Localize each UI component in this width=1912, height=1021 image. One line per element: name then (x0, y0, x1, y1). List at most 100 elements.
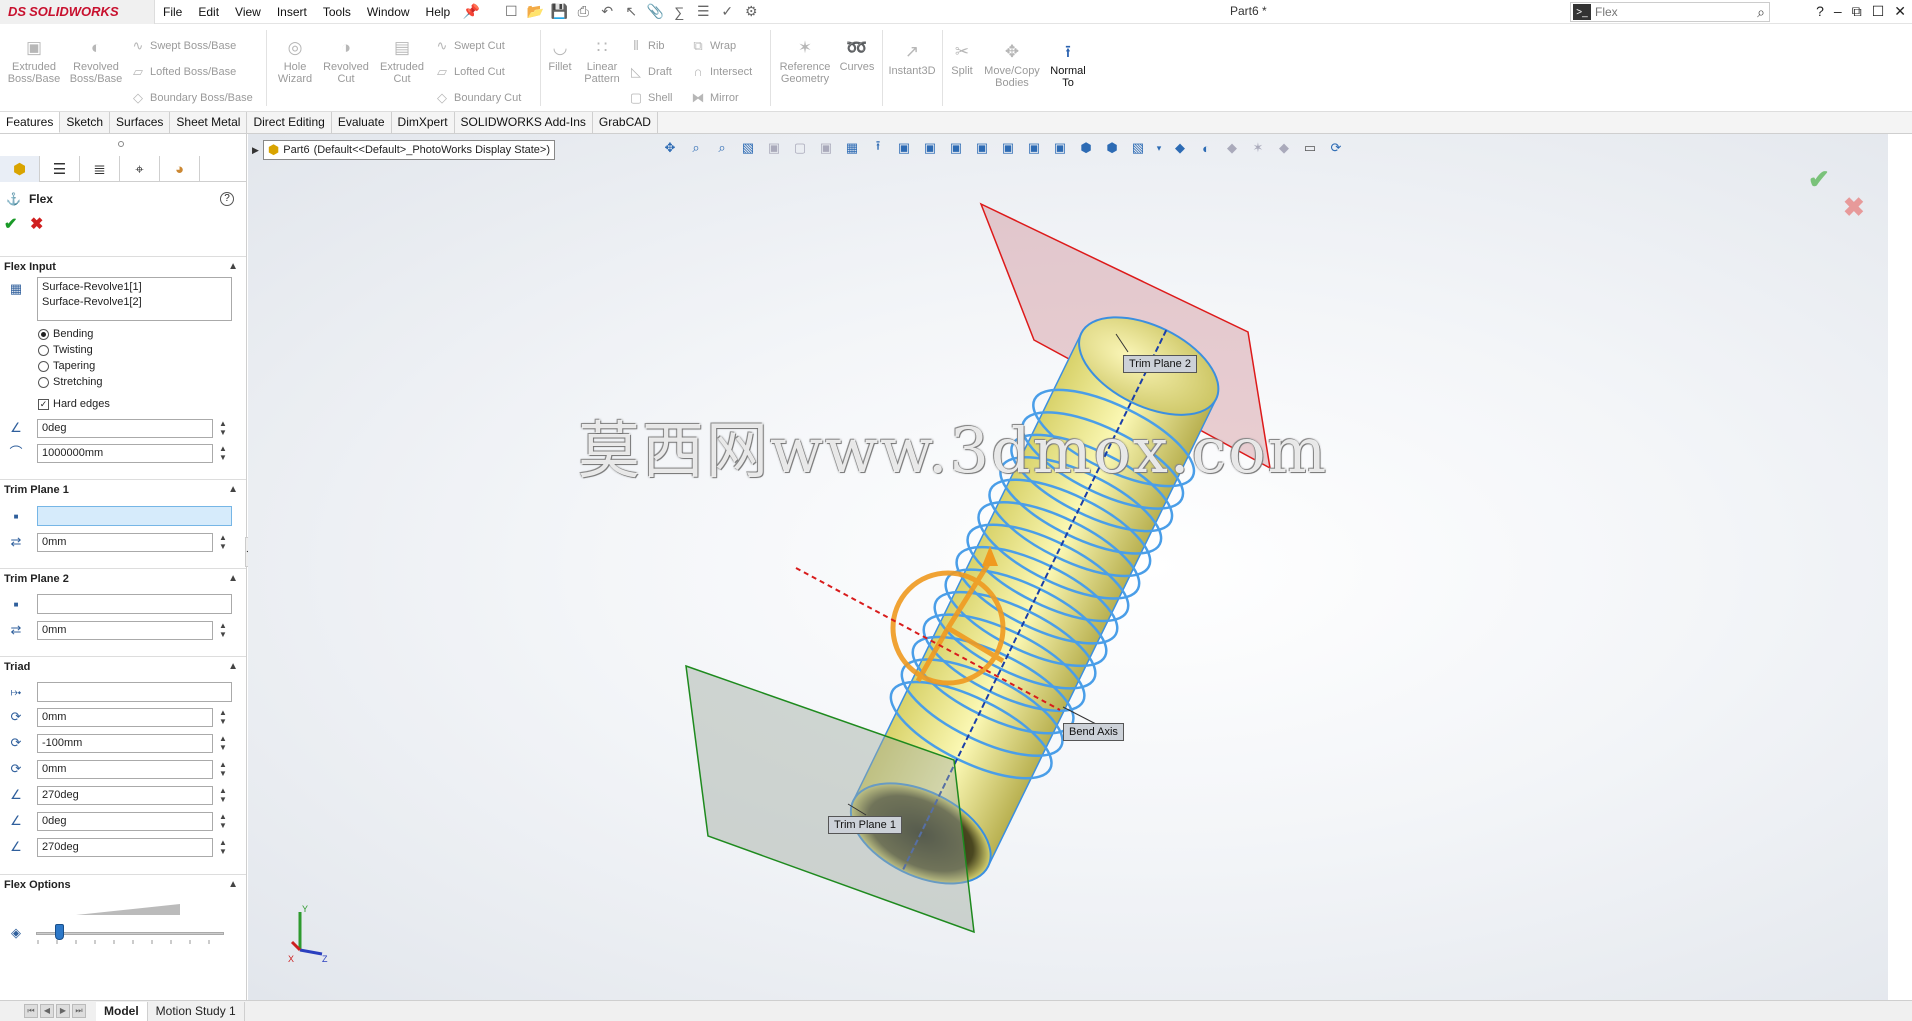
triad-rotate-y-spinner[interactable]: ▲ ▼ (217, 812, 229, 831)
checkbox[interactable]: ✓ (38, 398, 49, 410)
boundary-boss-button[interactable]: ◇ Boundary Boss/Base (130, 90, 253, 106)
extruded-boss-button[interactable]: ▣ Extruded Boss/Base (4, 38, 64, 85)
select-icon[interactable]: ↖ (620, 2, 642, 22)
swept-boss-button[interactable]: ∿ Swept Boss/Base (130, 38, 237, 54)
trim-plane-2-reference-field[interactable] (37, 594, 232, 614)
menu-edit[interactable]: Edit (190, 0, 227, 24)
list-item[interactable]: Surface-Revolve1[1] (42, 280, 227, 295)
instant3d-button[interactable]: ↗ Instant3D (886, 42, 938, 77)
tab-surfaces[interactable]: Surfaces (110, 112, 171, 133)
tab-evaluate[interactable]: Evaluate (332, 112, 392, 133)
triad-rotate-x-field[interactable]: 270deg (37, 786, 213, 805)
triad-z-spinner[interactable]: ▲ ▼ (217, 760, 229, 779)
triad-rotate-y-field[interactable]: 0deg (37, 812, 213, 831)
collapse-chevron-icon[interactable]: ▲ (228, 573, 238, 584)
menu-insert[interactable]: Insert (269, 0, 315, 24)
fillet-button[interactable]: ◡ Fillet (544, 38, 576, 73)
trim-plane-2-callout[interactable]: Trim Plane 2 (1123, 355, 1197, 373)
ok-button[interactable]: ✔ (4, 214, 17, 234)
help-icon[interactable]: ? (1816, 0, 1824, 22)
flex-input-section-header[interactable]: Flex Input ▲ (0, 256, 246, 276)
menu-view[interactable]: View (227, 0, 269, 24)
collapse-chevron-icon[interactable]: ▲ (228, 484, 238, 495)
menu-file[interactable]: File (155, 0, 190, 24)
open-icon[interactable]: 📂 (524, 2, 546, 22)
dimxpert-manager-icon[interactable]: ⌖ (120, 156, 160, 182)
collapse-chevron-icon[interactable]: ▲ (228, 879, 238, 890)
close-icon[interactable]: ✕ (1894, 0, 1906, 22)
tab-solidworks-addins[interactable]: SOLIDWORKS Add-Ins (455, 112, 593, 133)
lofted-cut-button[interactable]: ▱ Lofted Cut (434, 64, 505, 80)
cancel-button[interactable]: ✖ (30, 214, 43, 234)
pin-icon[interactable]: 📌 (460, 2, 482, 22)
search-icon[interactable]: ⌕ (1757, 4, 1765, 21)
feature-manager-icon[interactable]: ⬢ (0, 156, 40, 182)
last-tab-icon[interactable]: ⏭ (72, 1004, 86, 1018)
prev-tab-icon[interactable]: ◀ (40, 1004, 54, 1018)
menu-window[interactable]: Window (359, 0, 418, 24)
boundary-cut-button[interactable]: ◇ Boundary Cut (434, 90, 521, 106)
triad-rotate-z-spinner[interactable]: ▲ ▼ (217, 838, 229, 857)
twisting-radio[interactable]: Twisting (38, 344, 93, 356)
maximize-icon[interactable]: ☐ (1872, 0, 1885, 22)
linear-pattern-button[interactable]: ∷ Linear Pattern (580, 38, 624, 85)
collapse-chevron-icon[interactable]: ▲ (228, 661, 238, 672)
menu-tools[interactable]: Tools (315, 0, 359, 24)
spellcheck-icon[interactable]: ✓ (716, 2, 738, 22)
split-button[interactable]: ✂ Split (946, 42, 978, 77)
new-document-icon[interactable]: ☐ (500, 2, 522, 22)
first-tab-icon[interactable]: ⏮ (24, 1004, 38, 1018)
triad-section-header[interactable]: Triad ▲ (0, 656, 246, 676)
search-input[interactable] (1595, 5, 1735, 19)
property-manager-icon[interactable]: ☰ (40, 156, 80, 182)
trim-plane-1-offset-spinner[interactable]: ▲ ▼ (217, 533, 229, 552)
triad-x-spinner[interactable]: ▲ ▼ (217, 708, 229, 727)
configuration-manager-icon[interactable]: ≣ (80, 156, 120, 182)
collapse-chevron-icon[interactable]: ▲ (228, 261, 238, 272)
radius-field[interactable]: 1000000mm (37, 444, 213, 463)
extruded-cut-button[interactable]: ▤ Extruded Cut (376, 38, 428, 85)
graphics-area[interactable]: ▶ ⬢ Part6 (Default<<Default>_PhotoWorks … (248, 134, 1888, 1000)
print-icon[interactable]: ⎙ (572, 2, 594, 22)
options-gear-icon[interactable]: ⚙ (740, 2, 762, 22)
triad-rotate-x-spinner[interactable]: ▲ ▼ (217, 786, 229, 805)
shell-button[interactable]: ▢ Shell (628, 90, 673, 106)
flex-options-section-header[interactable]: Flex Options ▲ (0, 874, 246, 894)
list-item[interactable]: Surface-Revolve1[2] (42, 295, 227, 310)
mirror-button[interactable]: ⧓ Mirror (690, 90, 739, 106)
hard-edges-checkbox[interactable]: ✓ Hard edges (38, 398, 110, 410)
model-viewport[interactable] (248, 134, 1888, 1000)
tab-sketch[interactable]: Sketch (60, 112, 111, 133)
display-manager-icon[interactable]: ◕ (160, 156, 200, 182)
triad-z-field[interactable]: 0mm (37, 760, 213, 779)
trim-plane-2-offset-field[interactable]: 0mm (37, 621, 213, 640)
help-icon[interactable]: ? (220, 192, 234, 206)
stretching-radio[interactable]: Stretching (38, 376, 103, 388)
menu-help[interactable]: Help (418, 0, 459, 24)
restore-icon[interactable]: ⧉ (1852, 0, 1862, 22)
trim-plane-1-callout[interactable]: Trim Plane 1 (828, 816, 902, 834)
intersect-button[interactable]: ∩ Intersect (690, 64, 752, 79)
next-tab-icon[interactable]: ▶ (56, 1004, 70, 1018)
accuracy-slider-track[interactable] (36, 932, 224, 935)
angle-field[interactable]: 0deg (37, 419, 213, 438)
trim-plane-2-section-header[interactable]: Trim Plane 2 ▲ (0, 568, 246, 588)
revolved-cut-button[interactable]: ◑ Revolved Cut (320, 38, 372, 85)
bending-radio[interactable]: Bending (38, 328, 93, 340)
trim-plane-1-reference-field[interactable] (37, 506, 232, 526)
revolved-boss-button[interactable]: ◐ Revolved Boss/Base (66, 38, 126, 85)
trim-plane-1-offset-field[interactable]: 0mm (37, 533, 213, 552)
tab-direct-editing[interactable]: Direct Editing (247, 112, 332, 133)
tab-features[interactable]: Features (0, 112, 61, 133)
triad-y-field[interactable]: -100mm (37, 734, 213, 753)
hole-wizard-button[interactable]: ◎ Hole Wizard (272, 38, 318, 85)
radio-button[interactable] (38, 328, 49, 340)
trim-plane-2-offset-spinner[interactable]: ▲ ▼ (217, 621, 229, 640)
triad-x-field[interactable]: 0mm (37, 708, 213, 727)
tab-dimxpert[interactable]: DimXpert (392, 112, 455, 133)
move-copy-bodies-button[interactable]: ✥ Move/Copy Bodies (980, 42, 1044, 89)
rib-button[interactable]: ⫴ Rib (628, 38, 664, 54)
file-properties-icon[interactable]: ☰ (692, 2, 714, 22)
normal-to-button[interactable]: ⭱ Normal To (1046, 42, 1090, 89)
tab-sheet-metal[interactable]: Sheet Metal (170, 112, 248, 133)
